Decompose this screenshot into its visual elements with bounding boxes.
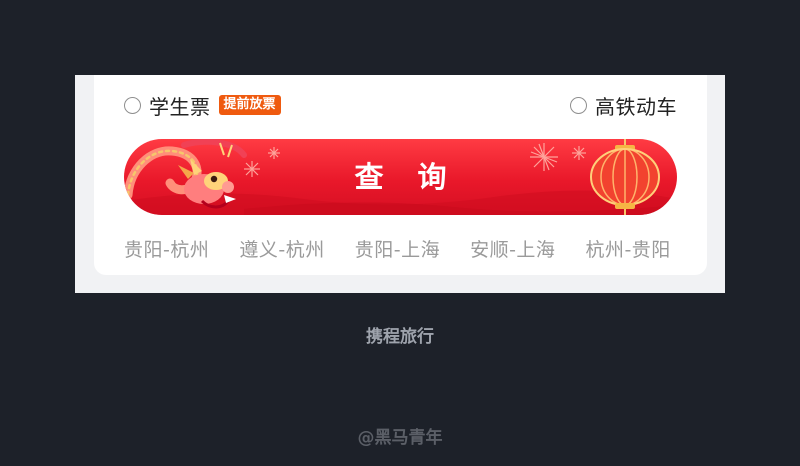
student-ticket-radio[interactable] [124,96,141,114]
student-ticket-label: 学生票 [149,94,211,119]
recent-routes: 贵阳-杭州 遵义-杭州 贵阳-上海 安顺-上海 杭州-贵阳 [124,235,707,263]
high-speed-rail-radio[interactable] [570,96,587,114]
recent-route-item[interactable]: 安顺-上海 [470,235,555,262]
app-screenshot: 学生票 提前放票 高铁动车 查 询 贵阳-杭州 遵义-杭州 贵阳-上海 安顺-上… [75,75,725,293]
student-ticket-option[interactable]: 学生票 提前放票 [124,91,281,119]
high-speed-rail-option[interactable]: 高铁动车 [570,91,677,119]
search-button[interactable]: 查 询 [124,139,677,215]
booking-card: 学生票 提前放票 高铁动车 查 询 贵阳-杭州 遵义-杭州 贵阳-上海 安顺-上… [94,75,707,275]
app-name-caption: 携程旅行 [366,327,434,347]
search-button-label: 查 询 [354,160,459,194]
recent-route-item[interactable]: 贵阳-上海 [355,235,440,262]
recent-route-item[interactable]: 遵义-杭州 [239,235,324,262]
watermark-caption: @黑马青年 [357,428,443,448]
recent-route-item[interactable]: 杭州-贵阳 [585,235,670,262]
high-speed-rail-label: 高铁动车 [595,94,677,119]
early-release-badge: 提前放票 [218,95,281,115]
recent-route-item[interactable]: 贵阳-杭州 [124,235,209,262]
